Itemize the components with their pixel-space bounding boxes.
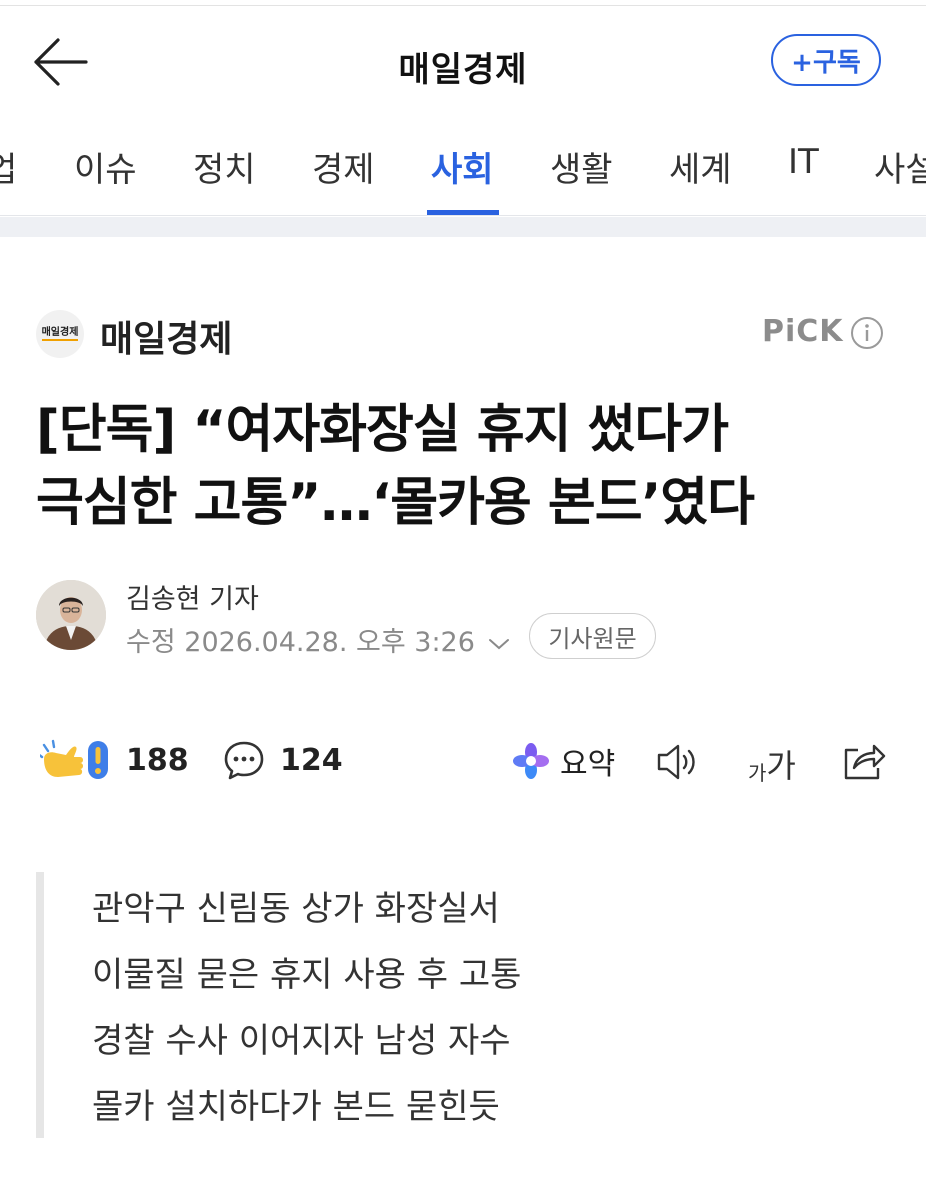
reaction-button[interactable]: 188 (40, 736, 189, 784)
tab-editorial[interactable]: 사설 (874, 142, 926, 191)
font-size-button[interactable]: 가 가 (748, 738, 796, 786)
reaction-count: 188 (126, 742, 189, 778)
share-icon (844, 744, 886, 780)
summary-label: 요약 (560, 747, 616, 782)
tab-world[interactable]: 세계 (669, 142, 732, 191)
summary-line-3: 경찰 수사 이어지자 남성 자수 (92, 1021, 511, 1061)
press-logo-text: 매일경제 (41, 327, 79, 341)
speaker-icon (657, 744, 695, 780)
updated-timestamp[interactable]: 수정 2026.04.28. 오후 3:26 (126, 620, 510, 659)
chevron-down-icon (488, 638, 509, 649)
font-size-small-label: 가 (748, 761, 767, 785)
reporter-name[interactable]: 김송현 기자 (126, 577, 259, 616)
summary-line-2: 이물질 묻은 휴지 사용 후 고통 (92, 955, 522, 995)
pick-label: PiCK (762, 314, 844, 349)
tab-business[interactable]: 업 (0, 142, 17, 191)
info-button[interactable] (850, 316, 884, 350)
tab-society[interactable]: 사회 (431, 142, 494, 191)
ai-summary-icon (513, 743, 549, 779)
active-tab-indicator (427, 210, 499, 215)
avatar-photo (36, 580, 106, 650)
tab-it[interactable]: IT (788, 142, 819, 182)
article-headline: [단독] “여자화장실 휴지 썼다가 극심한 고통”…‘몰카용 본드’였다 (36, 394, 906, 540)
press-name[interactable]: 매일경제 (100, 310, 232, 362)
reaction-icon (40, 739, 108, 779)
updated-text: 수정 2026.04.28. 오후 3:26 (126, 627, 475, 658)
article-summary: 관악구 신림동 상가 화장실서 이물질 묻은 휴지 사용 후 고통 경찰 수사 … (92, 876, 521, 1140)
tts-button[interactable] (654, 740, 702, 784)
category-tabs: 업 이슈 정치 경제 사회 생활 세계 IT 사설 (0, 118, 926, 216)
app-header: 매일경제 +구독 (0, 8, 926, 112)
press-logo[interactable]: 매일경제 (36, 310, 84, 358)
top-divider (0, 0, 926, 6)
headline-line-1: [단독] “여자화장실 휴지 썼다가 (36, 400, 729, 460)
original-article-button[interactable]: 기사원문 (529, 613, 656, 659)
summary-button[interactable]: 요약 (512, 740, 615, 782)
section-divider (0, 217, 926, 237)
reporter-avatar[interactable] (36, 580, 106, 650)
summary-quote-bar (36, 872, 44, 1138)
font-size-big-label: 가 (766, 747, 796, 785)
info-icon (851, 317, 883, 349)
tab-life[interactable]: 생활 (550, 142, 613, 191)
headline-line-2: 극심한 고통”…‘몰카용 본드’였다 (36, 473, 755, 533)
comment-icon (224, 741, 264, 780)
summary-line-4: 몰카 설치하다가 본드 묻힌듯 (92, 1087, 500, 1127)
subscribe-button[interactable]: +구독 (771, 34, 881, 86)
tab-politics[interactable]: 정치 (193, 142, 256, 191)
summary-line-1: 관악구 신림동 상가 화장실서 (92, 889, 500, 929)
tab-issue[interactable]: 이슈 (74, 142, 137, 191)
comment-count: 124 (280, 742, 343, 778)
share-button[interactable] (840, 738, 888, 782)
tab-economy[interactable]: 경제 (312, 142, 375, 191)
comment-button[interactable]: 124 (222, 736, 343, 784)
